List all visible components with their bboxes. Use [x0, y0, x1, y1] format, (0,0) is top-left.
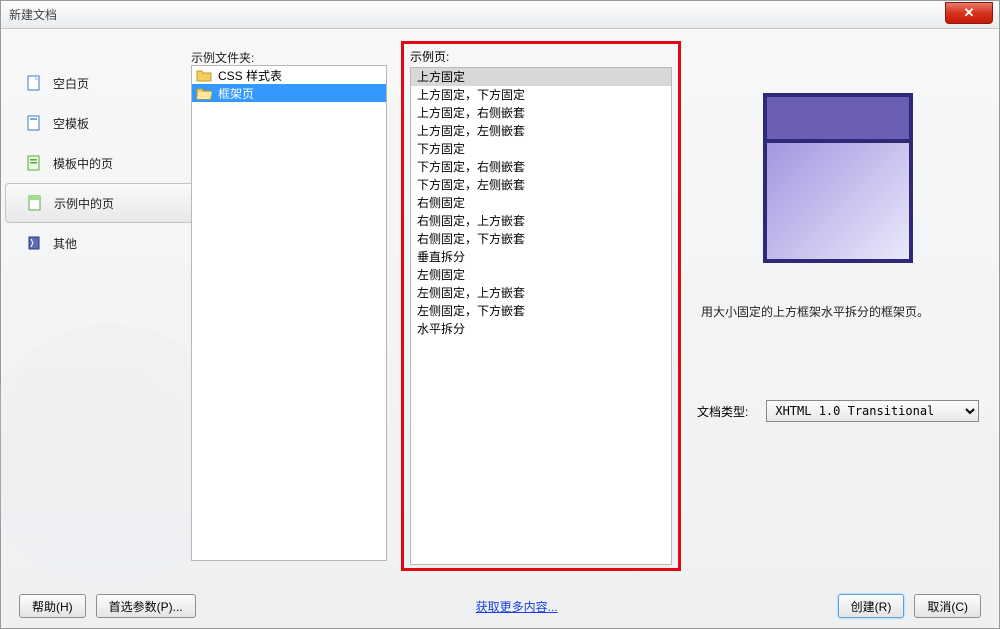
doctype-select[interactable]: XHTML 1.0 Transitional: [766, 400, 979, 422]
close-icon: ✕: [964, 5, 975, 20]
get-more-link[interactable]: 获取更多内容...: [476, 598, 558, 615]
page-item[interactable]: 右侧固定: [411, 194, 671, 212]
preview-description: 用大小固定的上方框架水平拆分的框架页。: [697, 303, 979, 320]
page-item[interactable]: 上方固定，右侧嵌套: [411, 104, 671, 122]
sidebar-item-other[interactable]: 其他: [5, 223, 191, 263]
page-item[interactable]: 垂直拆分: [411, 248, 671, 266]
page-item[interactable]: 右侧固定，下方嵌套: [411, 230, 671, 248]
footer: 帮助(H) 首选参数(P)... 获取更多内容... 创建(R) 取消(C): [1, 584, 999, 628]
doctype-label: 文档类型:: [697, 403, 748, 420]
sidebar-item-blank-template[interactable]: 空模板: [5, 103, 191, 143]
sidebar-item-label: 其他: [53, 235, 77, 252]
other-icon: [25, 234, 43, 252]
preferences-button[interactable]: 首选参数(P)...: [96, 594, 196, 618]
create-button[interactable]: 创建(R): [838, 594, 905, 618]
page-item[interactable]: 左侧固定，下方嵌套: [411, 302, 671, 320]
template-page-icon: [25, 154, 43, 172]
close-button[interactable]: ✕: [945, 2, 993, 24]
highlight-frame: 示例页: 上方固定 上方固定，下方固定 上方固定，右侧嵌套 上方固定，左侧嵌套 …: [401, 41, 681, 571]
sidebar-item-label: 空模板: [53, 115, 89, 132]
page-item[interactable]: 上方固定，下方固定: [411, 86, 671, 104]
folder-row-frameset[interactable]: 框架页: [192, 84, 386, 102]
page-item[interactable]: 上方固定，左侧嵌套: [411, 122, 671, 140]
page-item[interactable]: 下方固定: [411, 140, 671, 158]
page-panel: 上方固定 上方固定，下方固定 上方固定，右侧嵌套 上方固定，左侧嵌套 下方固定 …: [410, 67, 672, 565]
folder-open-icon: [196, 86, 212, 100]
help-button[interactable]: 帮助(H): [19, 594, 86, 618]
page-item[interactable]: 下方固定，右侧嵌套: [411, 158, 671, 176]
titlebar: 新建文档 ✕: [1, 1, 999, 29]
page-item[interactable]: 左侧固定: [411, 266, 671, 284]
folder-panel: CSS 样式表 框架页: [191, 65, 387, 561]
page-item[interactable]: 水平拆分: [411, 320, 671, 338]
folders-label: 示例文件夹:: [191, 49, 254, 66]
page-item[interactable]: 下方固定，左侧嵌套: [411, 176, 671, 194]
folder-label: CSS 样式表: [218, 67, 282, 84]
sample-page-icon: [26, 194, 44, 212]
sidebar: 空白页 空模板 模板中的页 示例中的页: [5, 35, 191, 584]
folder-row-css[interactable]: CSS 样式表: [192, 66, 386, 84]
preview-bottom-frame: [767, 143, 909, 259]
pages-label: 示例页:: [410, 48, 672, 65]
preview-top-frame: [767, 97, 909, 143]
preview-box: [763, 93, 913, 263]
sidebar-item-label: 示例中的页: [54, 195, 114, 212]
sidebar-item-sample-page[interactable]: 示例中的页: [5, 183, 191, 223]
page-icon: [25, 74, 43, 92]
folder-label: 框架页: [218, 85, 254, 102]
page-item[interactable]: 左侧固定，上方嵌套: [411, 284, 671, 302]
template-icon: [25, 114, 43, 132]
sidebar-item-label: 空白页: [53, 75, 89, 92]
right-pane: 用大小固定的上方框架水平拆分的框架页。 文档类型: XHTML 1.0 Tran…: [681, 35, 989, 584]
sidebar-item-blank-page[interactable]: 空白页: [5, 63, 191, 103]
folder-icon: [196, 68, 212, 82]
sidebar-item-label: 模板中的页: [53, 155, 113, 172]
page-item[interactable]: 上方固定: [411, 68, 671, 86]
page-item[interactable]: 右侧固定，上方嵌套: [411, 212, 671, 230]
window-title: 新建文档: [9, 6, 57, 23]
cancel-button[interactable]: 取消(C): [914, 594, 981, 618]
sidebar-item-template-page[interactable]: 模板中的页: [5, 143, 191, 183]
